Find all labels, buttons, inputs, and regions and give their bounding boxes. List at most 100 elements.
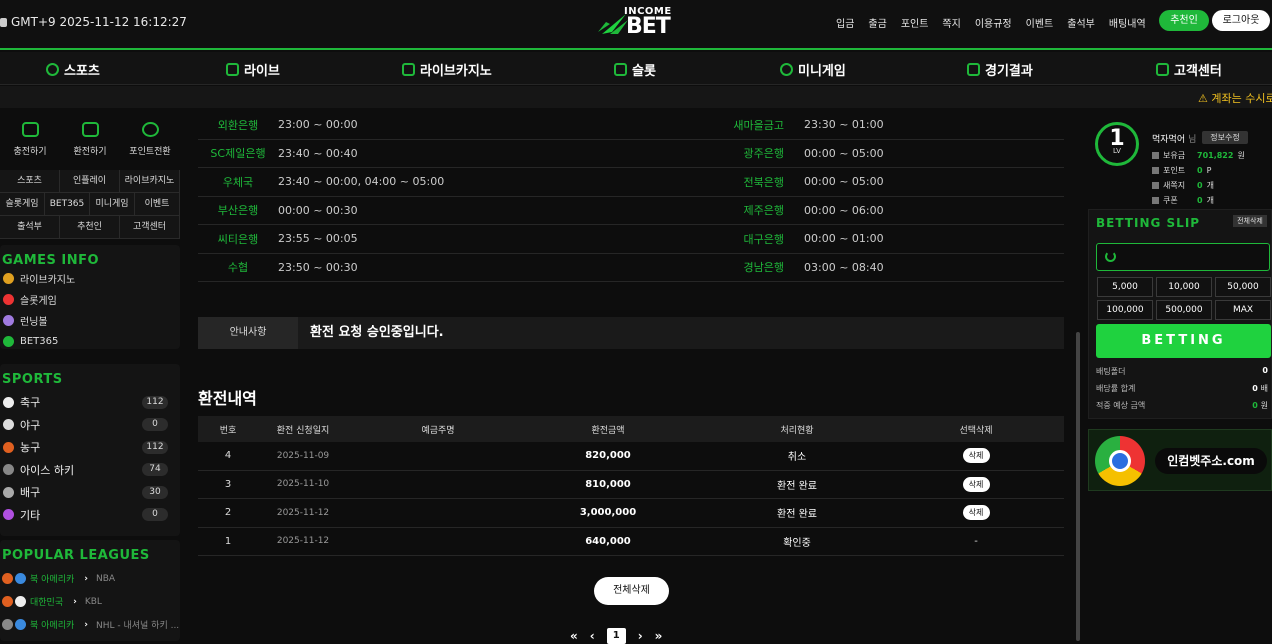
bet-amount-input[interactable] bbox=[1096, 243, 1270, 271]
sport-item-volleyball[interactable]: 배구 30 bbox=[0, 481, 180, 504]
nav-support-label: 고객센터 bbox=[1174, 64, 1222, 79]
row-date: 2025-11-12 bbox=[276, 507, 330, 518]
balance-label: 보유금 bbox=[1163, 151, 1186, 160]
refresh-icon[interactable] bbox=[1105, 251, 1116, 262]
quick-withdraw[interactable]: 환전하기 bbox=[60, 108, 120, 170]
sport-item-icehockey[interactable]: 아이스 하키 74 bbox=[0, 459, 180, 482]
content-scrollbar[interactable] bbox=[1076, 332, 1080, 641]
point-row: 포인트 0 P bbox=[1152, 163, 1245, 178]
grid-minigame[interactable]: 미니게임 bbox=[90, 193, 135, 215]
delete-button[interactable]: 삭제 bbox=[962, 448, 990, 464]
schedule-row: 부산은행 00:00 ~ 00:30 제주은행 00:00 ~ 06:00 bbox=[198, 197, 1064, 225]
amount-max-button[interactable]: MAX bbox=[1215, 300, 1271, 320]
game-item[interactable]: BET365 bbox=[0, 331, 180, 352]
nav-results[interactable]: 경기결과 bbox=[967, 60, 1033, 79]
grid-recommend[interactable]: 추천인 bbox=[60, 216, 120, 238]
clock: GMT+9 2025-11-12 16:12:27 bbox=[0, 15, 187, 29]
col-header: 번호 bbox=[219, 425, 237, 436]
delete-button[interactable]: 삭제 bbox=[962, 476, 990, 492]
sport-item-baseball[interactable]: 야구 0 bbox=[0, 414, 180, 437]
quick-charge[interactable]: 충전하기 bbox=[0, 108, 60, 170]
top-link-bet-history[interactable]: 배팅내역 bbox=[1109, 15, 1146, 30]
notice-label: 안내사항 bbox=[198, 317, 298, 349]
top-link-message[interactable]: 쪽지 bbox=[942, 15, 960, 30]
grid-attendance[interactable]: 출석부 bbox=[0, 216, 60, 238]
amount-button[interactable]: 500,000 bbox=[1156, 300, 1212, 320]
amount-button[interactable]: 100,000 bbox=[1097, 300, 1153, 320]
table-row: 1 2025-11-12 640,000 확인중 - bbox=[198, 528, 1064, 556]
grid-inplay[interactable]: 인플레이 bbox=[60, 170, 120, 192]
nav-slot-label: 슬롯 bbox=[632, 64, 656, 79]
schedule-row: 씨티은행 23:55 ~ 00:05 대구은행 00:00 ~ 01:00 bbox=[198, 225, 1064, 254]
sport-name: 아이스 하키 bbox=[20, 463, 75, 477]
quick-withdraw-label: 환전하기 bbox=[73, 147, 107, 157]
grid-slot[interactable]: 슬롯게임 bbox=[0, 193, 45, 215]
recommend-button[interactable]: 추천인 bbox=[1159, 10, 1209, 31]
grid-sports[interactable]: 스포츠 bbox=[0, 170, 60, 192]
main-nav: 스포츠 라이브 라이브카지노 슬롯 미니게임 경기결과 고객센터 bbox=[0, 52, 1272, 85]
balance-value: 701,822 bbox=[1197, 151, 1234, 160]
grid-support[interactable]: 고객센터 bbox=[120, 216, 180, 238]
grid-live-casino[interactable]: 라이브카지노 bbox=[120, 170, 180, 192]
coupon-row[interactable]: 쿠폰 0 개 bbox=[1152, 193, 1245, 208]
schedule-row: SC제일은행 23:40 ~ 00:40 광주은행 00:00 ~ 05:00 bbox=[198, 140, 1064, 168]
sport-item-etc[interactable]: 기타 0 bbox=[0, 504, 180, 527]
league-item[interactable]: 북 아메리카 › NHL - 내셔널 하키 ... bbox=[0, 613, 180, 636]
bank-name: 씨티은행 bbox=[217, 232, 259, 246]
table-row: 2 2025-11-12 3,000,000 환전 완료 삭제 bbox=[198, 499, 1064, 528]
row-action: 삭제 bbox=[906, 505, 1046, 521]
quick-point-convert[interactable]: 포인트전환 bbox=[120, 108, 180, 170]
etc-icon bbox=[3, 509, 14, 521]
top-link-rules[interactable]: 이용규정 bbox=[975, 15, 1012, 30]
row-date: 2025-11-12 bbox=[276, 536, 330, 547]
bank-name: 수협 bbox=[227, 261, 249, 275]
point-unit: P bbox=[1206, 166, 1212, 175]
nav-minigame[interactable]: 미니게임 bbox=[780, 60, 846, 79]
edit-profile-button[interactable]: 정보수정 bbox=[1202, 131, 1248, 144]
basketball-icon bbox=[2, 573, 13, 584]
league-item[interactable]: 북 아메리카 › NBA bbox=[0, 567, 180, 590]
row-no: 1 bbox=[224, 535, 232, 547]
address-banner[interactable]: 인컴벳주소.com bbox=[1088, 429, 1272, 491]
amount-button[interactable]: 50,000 bbox=[1215, 277, 1271, 297]
slip-clear-button[interactable]: 전체삭제 bbox=[1233, 215, 1267, 227]
game-item[interactable]: 라이브카지노 bbox=[0, 268, 180, 289]
level-badge: 1 LV bbox=[1095, 122, 1139, 166]
message-row[interactable]: 새쪽지 0 개 bbox=[1152, 178, 1245, 193]
stat-label: 적중 예상 금액 bbox=[1096, 401, 1146, 410]
amount-button[interactable]: 10,000 bbox=[1156, 277, 1212, 297]
nav-live-casino[interactable]: 라이브카지노 bbox=[402, 60, 492, 79]
top-link-deposit[interactable]: 입금 bbox=[836, 15, 854, 30]
game-item[interactable]: 슬롯게임 bbox=[0, 289, 180, 310]
sport-item-soccer[interactable]: 축구 112 bbox=[0, 391, 180, 414]
betting-button[interactable]: BETTING bbox=[1096, 324, 1271, 358]
hockey-puck-icon bbox=[3, 464, 14, 476]
current-page[interactable]: 1 bbox=[606, 628, 626, 644]
delete-button[interactable]: 삭제 bbox=[962, 505, 990, 521]
amount-button[interactable]: 5,000 bbox=[1097, 277, 1153, 297]
history-title: 환전내역 bbox=[198, 389, 257, 408]
top-bar: GMT+9 2025-11-12 16:12:27 INCOME BET 입금 … bbox=[0, 0, 1272, 50]
schedule-row: 외환은행 23:00 ~ 00:00 새마을금고 23:30 ~ 01:00 bbox=[198, 111, 1064, 140]
grid-bet365[interactable]: BET365 bbox=[45, 193, 90, 215]
bank-time: 23:55 ~ 00:05 bbox=[278, 232, 358, 246]
nav-support[interactable]: 고객센터 bbox=[1156, 60, 1222, 79]
top-link-withdraw[interactable]: 출금 bbox=[868, 15, 886, 30]
bank-name: 광주은행 bbox=[743, 147, 784, 161]
league-item[interactable]: 대한민국 › KBL bbox=[0, 590, 180, 613]
logout-button[interactable]: 로그아웃 bbox=[1212, 10, 1270, 31]
col-header: 환전 신청일지 bbox=[276, 425, 330, 436]
logo[interactable]: INCOME BET bbox=[596, 6, 674, 39]
top-link-attendance[interactable]: 출석부 bbox=[1067, 15, 1095, 30]
game-item[interactable]: 런닝볼 bbox=[0, 310, 180, 331]
grid-event[interactable]: 이벤트 bbox=[135, 193, 180, 215]
sport-item-basketball[interactable]: 농구 112 bbox=[0, 436, 180, 459]
nav-slot[interactable]: 슬롯 bbox=[614, 60, 656, 79]
nav-sports[interactable]: 스포츠 bbox=[46, 60, 100, 79]
top-link-event[interactable]: 이벤트 bbox=[1026, 15, 1054, 30]
nav-live[interactable]: 라이브 bbox=[226, 60, 280, 79]
top-link-point[interactable]: 포인트 bbox=[901, 15, 929, 30]
delete-all-button[interactable]: 전체삭제 bbox=[594, 577, 669, 605]
sport-count: 112 bbox=[142, 395, 168, 409]
nav-sports-label: 스포츠 bbox=[64, 64, 100, 79]
